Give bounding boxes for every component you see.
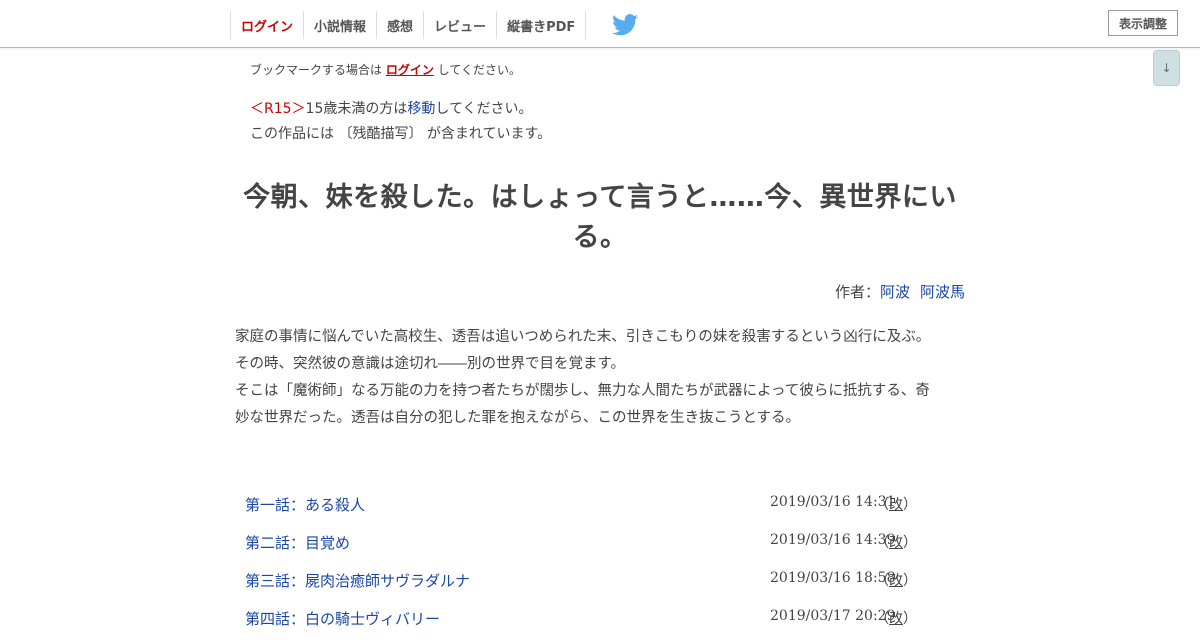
author-line: 作者：阿波 阿波馬: [235, 281, 965, 302]
chapter-link[interactable]: 第一話：ある殺人: [245, 494, 365, 515]
chapter-link[interactable]: 第二話：目覚め: [245, 532, 350, 553]
novel-title: 今朝、妹を殺した。はしょって言うと……今、異世界にい る。: [235, 178, 965, 258]
author-label: 作者：: [834, 283, 880, 301]
paren-close: ）: [903, 497, 917, 513]
twitter-bird-icon: [612, 14, 639, 36]
paren-open: （: [875, 535, 889, 551]
r15-badge: ＜R15＞: [250, 101, 306, 117]
header-nav: ログイン 小説情報 感想 レビュー 縦書きPDF: [230, 11, 652, 39]
chapter-link[interactable]: 第四話：白の騎士ヴィバリー: [245, 608, 440, 629]
scroll-down-button[interactable]: ↓: [1153, 50, 1180, 86]
synopsis-line: 妙な世界だった。透吾は自分の犯した罪を抱えながら、この世界を生き抜こうとする。: [235, 410, 801, 426]
top-header: ログイン 小説情報 感想 レビュー 縦書きPDF 表示調整: [0, 0, 1200, 48]
chapter-row: 第三話：屍肉治癒師サヴラダルナ 2019/03/16 18:58 （改）: [235, 566, 965, 604]
bookmark-notice: ブックマークする場合は ログイン してください。: [250, 61, 521, 78]
paren-close: ）: [903, 611, 917, 627]
display-settings-button[interactable]: 表示調整: [1108, 10, 1178, 36]
chapter-revised: （改）: [875, 570, 917, 590]
author-link-2[interactable]: 阿波馬: [920, 283, 965, 301]
synopsis: 家庭の事情に悩んでいた高校生、透吾は追いつめられた末、引きこもりの妹を殺害すると…: [235, 324, 965, 432]
nav-impressions-link[interactable]: 感想: [376, 11, 423, 39]
chapter-revised: （改）: [875, 608, 917, 628]
r15-line: ＜R15＞15歳未満の方は移動してください。: [250, 97, 551, 122]
chapter-row: 第四話：白の騎士ヴィバリー 2019/03/17 20:29 （改）: [235, 604, 965, 642]
chapter-link[interactable]: 第三話：屍肉治癒師サヴラダルナ: [245, 570, 470, 591]
paren-open: （: [875, 611, 889, 627]
bookmark-suffix: してください。: [437, 63, 521, 77]
synopsis-line: その時、突然彼の意識は途切れ――別の世界で目を覚ます。: [235, 356, 626, 372]
chapter-revised: （改）: [875, 532, 917, 552]
nav-login-link[interactable]: ログイン: [230, 11, 303, 39]
bookmark-prefix: ブックマークする場合は: [250, 63, 383, 77]
synopsis-line: 家庭の事情に悩んでいた高校生、透吾は追いつめられた末、引きこもりの妹を殺害すると…: [235, 329, 931, 345]
nav-review-link[interactable]: レビュー: [423, 11, 496, 39]
twitter-share-button[interactable]: [585, 11, 652, 39]
paren-close: ）: [903, 535, 917, 551]
age-text: 15歳未満の方は: [305, 101, 408, 117]
content-warning: この作品には 〔残酷描写〕 が含まれています。: [250, 126, 552, 142]
revised-link[interactable]: 改: [889, 573, 903, 589]
bookmark-login-link[interactable]: ログイン: [386, 63, 434, 77]
title-line-2: る。: [572, 222, 628, 253]
age-notice: ＜R15＞15歳未満の方は移動してください。 この作品には 〔残酷描写〕 が含ま…: [250, 97, 551, 147]
paren-close: ）: [903, 573, 917, 589]
age-suffix: してください。: [435, 101, 533, 117]
paren-open: （: [875, 573, 889, 589]
chapter-list: 第一話：ある殺人 2019/03/16 14:31 （改） 第二話：目覚め 20…: [235, 490, 965, 642]
nav-novel-info-link[interactable]: 小説情報: [303, 11, 376, 39]
author-link-1[interactable]: 阿波: [880, 283, 910, 301]
nav-vertical-pdf-link[interactable]: 縦書きPDF: [496, 11, 585, 39]
paren-open: （: [875, 497, 889, 513]
revised-link[interactable]: 改: [889, 611, 903, 627]
chapter-row: 第二話：目覚め 2019/03/16 14:39 （改）: [235, 528, 965, 566]
synopsis-line: そこは「魔術師」なる万能の力を持つ者たちが闊歩し、無力な人間たちが武器によって彼…: [235, 383, 930, 399]
chapter-row: 第一話：ある殺人 2019/03/16 14:31 （改）: [235, 490, 965, 528]
move-link[interactable]: 移動: [407, 101, 435, 117]
title-line-1: 今朝、妹を殺した。はしょって言うと……今、異世界にい: [243, 182, 957, 213]
revised-link[interactable]: 改: [889, 535, 903, 551]
chapter-revised: （改）: [875, 494, 917, 514]
revised-link[interactable]: 改: [889, 497, 903, 513]
